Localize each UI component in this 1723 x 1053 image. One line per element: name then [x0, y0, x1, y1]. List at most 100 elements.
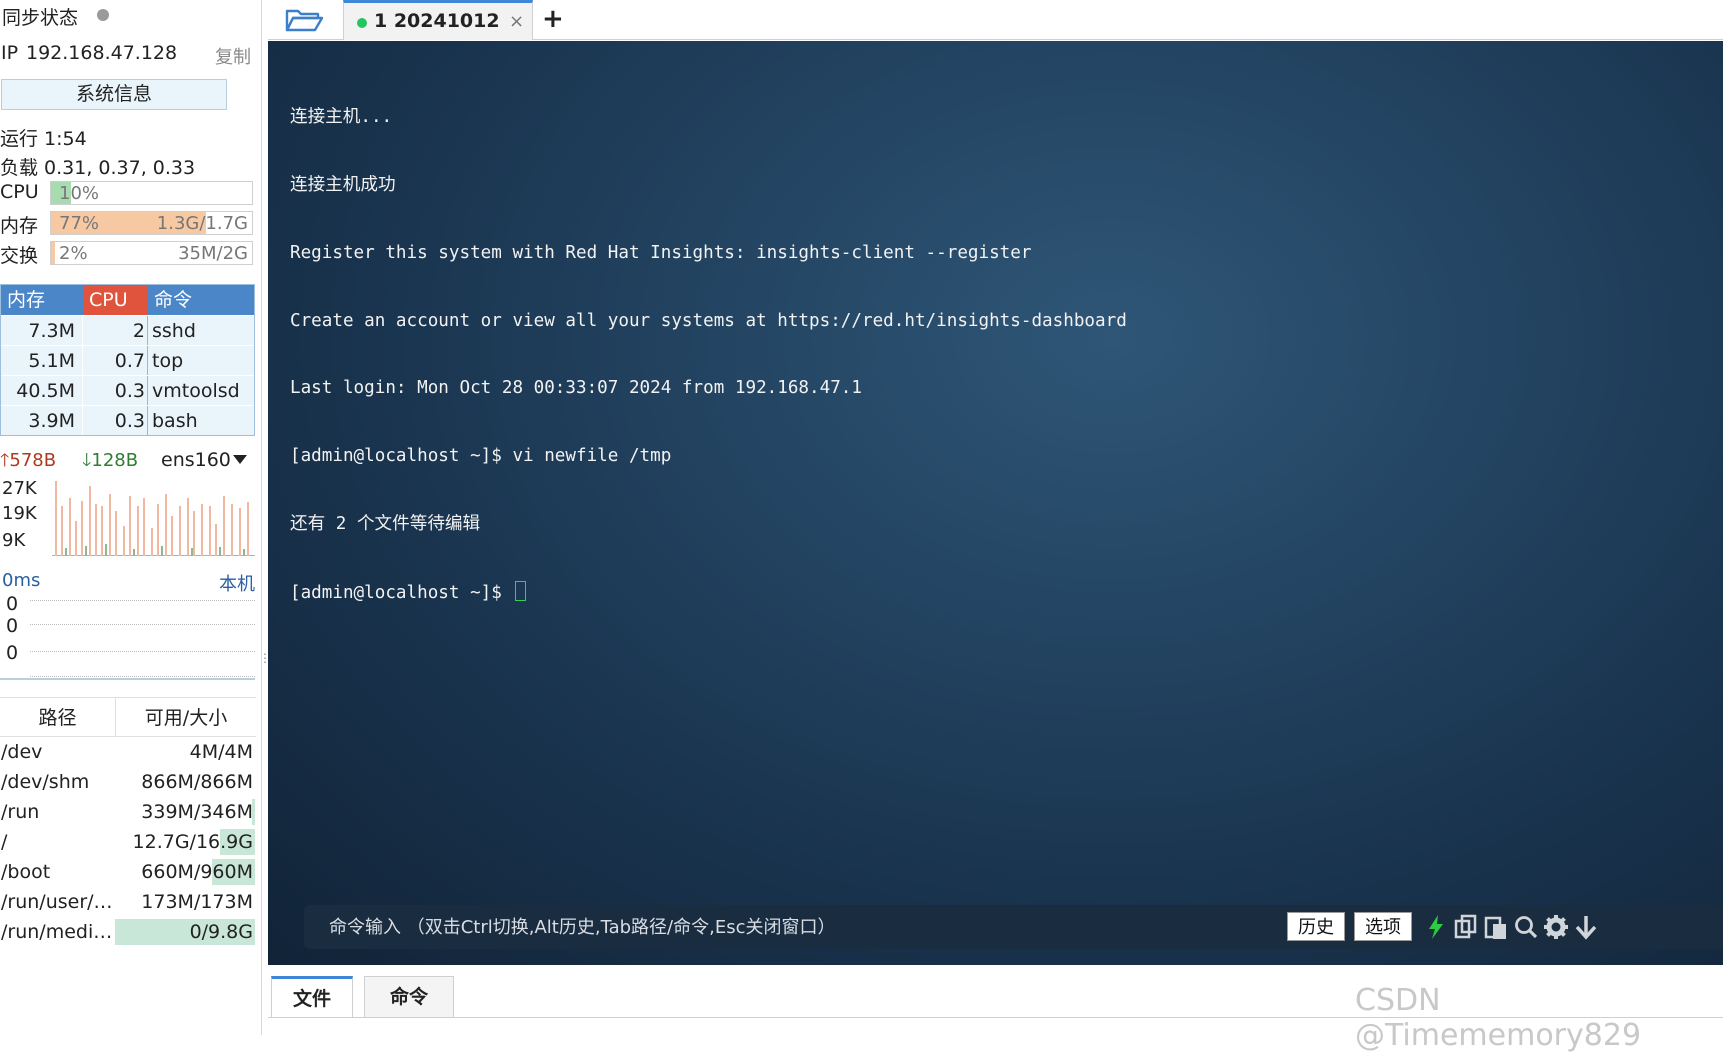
table-row[interactable]: / 12.7G/16.9G	[0, 827, 256, 857]
terminal-line: 还有 2 个文件等待编辑	[290, 513, 481, 534]
terminal-line: Register this system with Red Hat Insigh…	[290, 242, 1032, 263]
proc-cmd: vmtoolsd	[152, 380, 240, 402]
proc-cmd: top	[152, 350, 184, 372]
proc-mem: 7.3M	[1, 316, 83, 345]
table-row[interactable]: /boot 660M/960M	[0, 857, 256, 887]
terminal-line: [admin@localhost ~]$ vi newfile /tmp	[290, 446, 672, 467]
mem-percent: 77%	[59, 213, 100, 234]
proc-cpu: 0.3	[83, 406, 148, 435]
terminal[interactable]: 连接主机... 连接主机成功 Register this system with…	[268, 41, 1723, 965]
proc-cmd: sshd	[152, 320, 196, 342]
proc-mem: 5.1M	[1, 346, 83, 375]
tab-files[interactable]: 文件	[271, 976, 353, 1018]
arrow-down-icon[interactable]	[1572, 913, 1600, 941]
close-icon[interactable]: ×	[509, 11, 524, 32]
disk-path: /run/user/1...	[1, 891, 116, 913]
ping-host[interactable]: 本机	[219, 570, 255, 596]
terminal-cursor	[515, 580, 527, 601]
cpu-percent: 10%	[59, 183, 100, 204]
command-input-bar: 历史 选项	[304, 905, 1723, 949]
session-tab-title: 1 20241012	[374, 10, 500, 32]
tab-commands[interactable]: 命令	[364, 976, 454, 1018]
table-row[interactable]: /run 339M/346M	[0, 797, 256, 827]
disk-path: /	[1, 831, 8, 853]
options-button[interactable]: 选项	[1354, 912, 1412, 941]
terminal-line: 连接主机成功	[290, 174, 396, 195]
mem-label: 内存	[0, 215, 39, 237]
disk-size: 660M/960M	[141, 861, 253, 883]
ping-chart	[30, 596, 255, 681]
panel-resize-handle[interactable]: ⋯	[1028, 962, 1040, 965]
header-path[interactable]: 路径	[0, 698, 116, 736]
lightning-icon[interactable]	[1422, 913, 1450, 941]
table-row[interactable]: 7.3M 2 sshd	[1, 315, 254, 345]
table-row[interactable]: 5.1M 0.7 top	[1, 345, 254, 375]
net-interface-select[interactable]: ens160	[161, 449, 231, 471]
copy-ip-button[interactable]: 复制	[215, 43, 251, 69]
gear-icon[interactable]	[1542, 913, 1570, 941]
table-row[interactable]: 3.9M 0.3 bash	[1, 405, 254, 435]
add-tab-button[interactable]: +	[542, 4, 564, 34]
network-bars	[55, 481, 249, 556]
disk-size: 0/9.8G	[189, 921, 253, 943]
folder-open-icon[interactable]	[284, 6, 324, 34]
table-row[interactable]: /run/media/... 0/9.8G	[0, 917, 256, 947]
cpu-meter: 10%	[50, 181, 253, 205]
header-command[interactable]: 命令	[148, 285, 254, 315]
header-size[interactable]: 可用/大小	[116, 698, 256, 736]
disk-path: /run/media/...	[1, 921, 116, 943]
search-icon[interactable]	[1512, 913, 1540, 941]
terminal-line: Create an account or view all your syste…	[290, 310, 1127, 331]
history-button[interactable]: 历史	[1287, 912, 1345, 941]
divider	[0, 678, 255, 680]
terminal-prompt: [admin@localhost ~]$	[290, 582, 513, 603]
header-mem[interactable]: 内存	[1, 285, 83, 315]
disk-path: /dev/shm	[1, 771, 90, 793]
ping-ylabel: 0	[6, 615, 19, 637]
command-input[interactable]	[304, 905, 1304, 949]
terminal-output: 连接主机... 连接主机成功 Register this system with…	[290, 61, 1127, 649]
network-chart	[52, 476, 255, 556]
uptime: 运行 1:54	[0, 128, 87, 150]
disk-size: 12.7G/16.9G	[132, 831, 253, 853]
ip-label: IP	[1, 42, 19, 64]
mem-detail: 1.3G/1.7G	[156, 213, 248, 234]
proc-cpu: 0.3	[83, 376, 148, 405]
disk-size: 4M/4M	[189, 741, 253, 763]
ping-ylabel: 0	[6, 593, 19, 615]
terminal-prompt-line: [admin@localhost ~]$	[290, 580, 1127, 605]
proc-cmd: bash	[152, 410, 198, 432]
disk-table-header: 路径 可用/大小	[0, 697, 256, 737]
disk-size: 173M/173M	[141, 891, 253, 913]
ping-ylabel: 0	[6, 642, 19, 664]
disk-size: 866M/866M	[141, 771, 253, 793]
watermark: CSDN @Timememory829	[1355, 983, 1642, 1053]
header-cpu[interactable]: CPU	[83, 285, 148, 315]
swap-meter: 2% 35M/2G	[50, 241, 253, 265]
ip-address: 192.168.47.128	[26, 42, 178, 64]
table-row[interactable]: /dev/shm 866M/866M	[0, 767, 256, 797]
paste-icon[interactable]	[1482, 913, 1510, 941]
session-tab[interactable]: 1 20241012 ×	[343, 0, 533, 40]
disk-size: 339M/346M	[141, 801, 253, 823]
table-row[interactable]: 40.5M 0.3 vmtoolsd	[1, 375, 254, 405]
terminal-line: Last login: Mon Oct 28 00:33:07 2024 fro…	[290, 378, 862, 399]
chevron-down-icon[interactable]	[233, 455, 247, 464]
system-info-button[interactable]: 系统信息	[1, 79, 227, 110]
arrow-down-icon: 🡓	[82, 450, 92, 471]
proc-mem: 40.5M	[1, 376, 83, 405]
bottom-panel: 文件 命令 CSDN @Timememory829	[268, 968, 1723, 1053]
swap-detail: 35M/2G	[178, 243, 248, 264]
disk-path: /boot	[1, 861, 51, 883]
net-download-value: 128B	[91, 450, 139, 471]
sidebar: 同步状态 IP 192.168.47.128 复制 系统信息 运行 1:54 负…	[0, 0, 271, 1035]
copy-icon[interactable]	[1452, 913, 1480, 941]
process-table: 内存 CPU 命令 7.3M 2 sshd 5.1M 0.7 top 40.5M…	[0, 284, 255, 436]
proc-cpu: 2	[83, 316, 148, 345]
table-row[interactable]: /run/user/1... 173M/173M	[0, 887, 256, 917]
table-row[interactable]: /dev 4M/4M	[0, 737, 256, 767]
proc-mem: 3.9M	[1, 406, 83, 435]
disk-table: 路径 可用/大小 /dev 4M/4M/dev/shm 866M/866M/run 3…	[0, 697, 256, 947]
ping-latency: 0ms	[2, 570, 41, 591]
terminal-line: 连接主机...	[290, 107, 393, 128]
